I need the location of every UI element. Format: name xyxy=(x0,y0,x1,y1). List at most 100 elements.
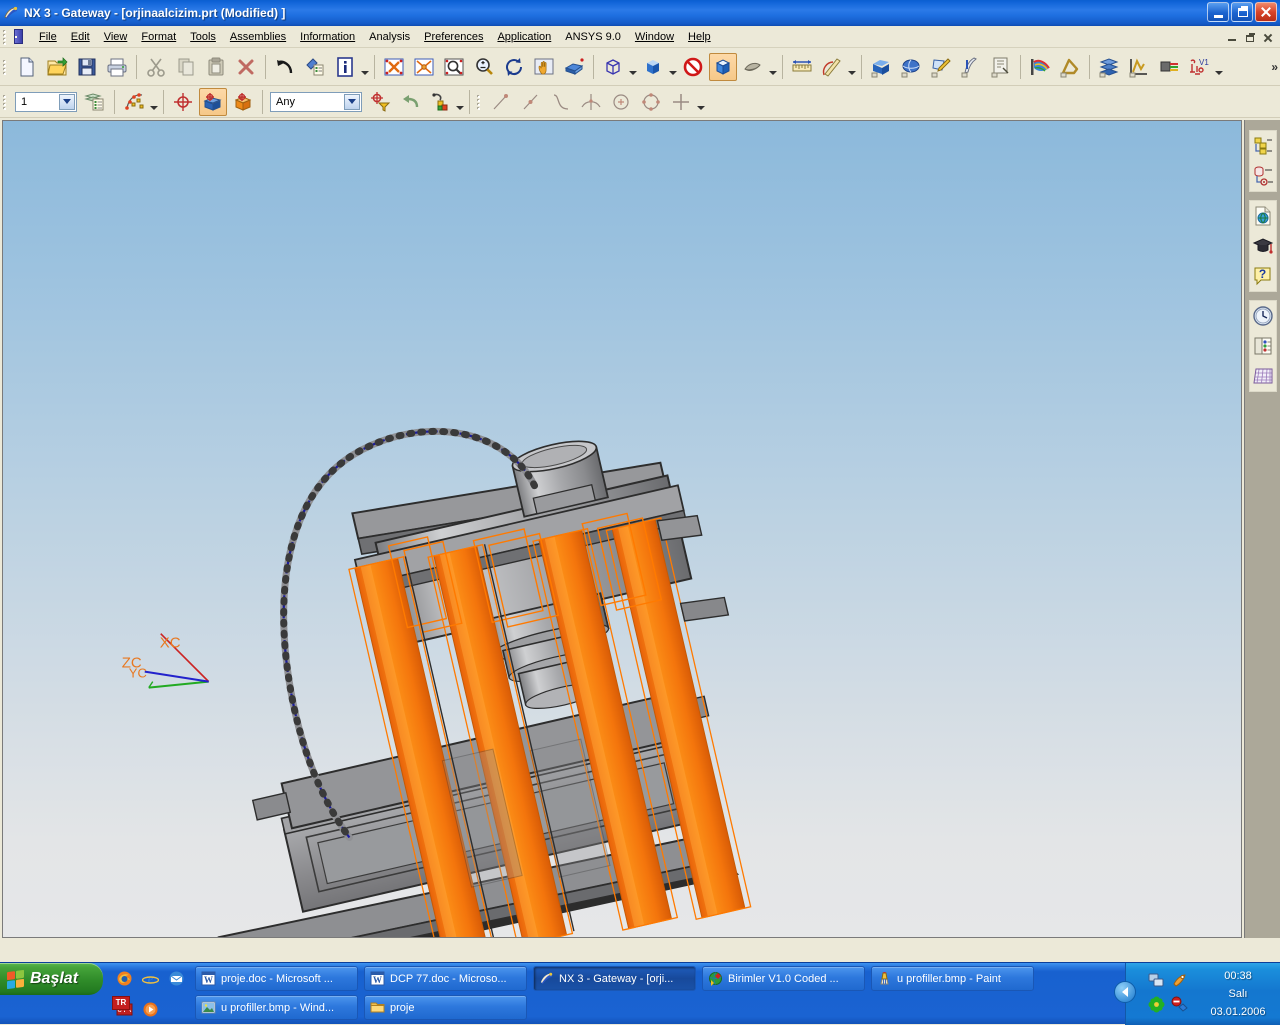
type-filter-combo[interactable]: Any xyxy=(270,91,362,112)
orient-view-button[interactable] xyxy=(599,53,627,81)
history-clock-icon[interactable] xyxy=(1250,301,1276,331)
toolbar-grip-2[interactable] xyxy=(2,93,9,110)
menubar-grip[interactable] xyxy=(2,28,9,45)
measure-distance-button[interactable] xyxy=(788,53,816,81)
task-button-picture-viewer[interactable]: u profiller.bmp - Wind... xyxy=(195,995,358,1020)
graph-button[interactable] xyxy=(1125,53,1153,81)
rotate-button[interactable] xyxy=(500,53,528,81)
menu-format[interactable]: Format xyxy=(134,28,183,46)
model-canvas[interactable]: XC ZC YC xyxy=(3,121,1241,937)
perspective-button[interactable] xyxy=(560,53,588,81)
face-select-button[interactable] xyxy=(199,87,227,116)
menu-edit[interactable]: Edit xyxy=(64,28,97,46)
open-file-button[interactable] xyxy=(43,53,71,81)
wiring-button[interactable] xyxy=(1155,53,1183,81)
task-button-proje-doc[interactable]: W proje.doc - Microsoft ... xyxy=(195,966,358,991)
snap-arc-center-button[interactable] xyxy=(607,88,635,116)
toolbar-overflow-button[interactable]: » xyxy=(1271,60,1278,74)
extrude-button[interactable] xyxy=(867,53,895,81)
safely-remove-icon[interactable] xyxy=(1171,972,1188,989)
menu-assemblies[interactable]: Assemblies xyxy=(223,28,293,46)
language-indicator[interactable]: TR xyxy=(112,996,130,1010)
task-button-birimler[interactable]: Birimler V1.0 Coded ... xyxy=(702,966,865,991)
snap-existing-point-button[interactable] xyxy=(667,88,695,116)
start-button[interactable]: Başlat xyxy=(0,963,103,995)
curve-rule-button[interactable] xyxy=(120,88,148,116)
snap-control-point-button[interactable] xyxy=(547,88,575,116)
snap-midpoint-button[interactable] xyxy=(517,88,545,116)
chevron-down-icon[interactable] xyxy=(768,54,778,80)
outlook-express-icon[interactable] xyxy=(168,970,185,987)
menu-application[interactable]: Application xyxy=(490,28,558,46)
chevron-down-icon[interactable] xyxy=(628,54,638,80)
palette-book-icon[interactable] xyxy=(1250,331,1276,361)
mold-wizard-button[interactable] xyxy=(1095,53,1123,81)
selection-tools-button[interactable] xyxy=(426,88,454,116)
media-player-icon[interactable] xyxy=(142,1001,159,1018)
internet-explorer-icon[interactable]: e xyxy=(141,970,160,987)
object-display-button[interactable] xyxy=(301,53,329,81)
network-connection-icon[interactable] xyxy=(1148,972,1165,989)
toolbar-grip-3[interactable] xyxy=(476,93,483,110)
menu-ansys[interactable]: ANSYS 9.0 xyxy=(558,28,628,46)
tray-expand-button[interactable] xyxy=(1114,981,1136,1003)
menu-information[interactable]: Information xyxy=(293,28,362,46)
task-button-proje-folder[interactable]: proje xyxy=(364,995,527,1020)
no-section-button[interactable] xyxy=(679,53,707,81)
measure-angle-button[interactable] xyxy=(818,53,846,81)
shade-mode-button[interactable] xyxy=(709,52,737,81)
menu-preferences[interactable]: Preferences xyxy=(417,28,490,46)
cut-button[interactable] xyxy=(142,53,170,81)
paste-button[interactable] xyxy=(202,53,230,81)
drafting-button[interactable] xyxy=(987,53,1015,81)
flow-analysis-button[interactable] xyxy=(1026,53,1054,81)
chevron-down-icon[interactable] xyxy=(360,54,370,80)
menu-tools[interactable]: Tools xyxy=(183,28,223,46)
zoom-in-out-button[interactable] xyxy=(470,53,498,81)
graphics-viewport[interactable]: XC ZC YC xyxy=(2,120,1242,938)
undo-button[interactable] xyxy=(271,53,299,81)
window-titlebar[interactable]: NX 3 - Gateway - [orjinaalcizim.prt (Mod… xyxy=(0,0,1280,26)
work-layer-combo[interactable]: 1 xyxy=(15,91,77,112)
snap-filter-button[interactable] xyxy=(366,88,394,116)
close-button[interactable] xyxy=(1255,2,1277,22)
menu-file[interactable]: File xyxy=(32,28,64,46)
zoom-window-button[interactable] xyxy=(440,53,468,81)
layer-settings-button[interactable] xyxy=(81,88,109,116)
back-arrow-button[interactable] xyxy=(396,88,424,116)
assembly-navigator-icon[interactable] xyxy=(1250,131,1276,161)
snap-point-button[interactable] xyxy=(169,88,197,116)
menu-analysis[interactable]: Analysis xyxy=(362,28,417,46)
shaded-view-button[interactable] xyxy=(639,53,667,81)
task-button-dcp77-doc[interactable]: W DCP 77.doc - Microso... xyxy=(364,966,527,991)
tray-clock[interactable]: 00:38 Salı 03.01.2006 xyxy=(1202,967,1274,1021)
layer-visible-button[interactable] xyxy=(739,53,767,81)
chevron-down-icon[interactable] xyxy=(455,89,465,115)
feature-button[interactable] xyxy=(957,53,985,81)
mdi-restore-button[interactable] xyxy=(1241,29,1258,45)
spreadsheet-grid-icon[interactable] xyxy=(1250,361,1276,391)
web-browser-icon[interactable] xyxy=(1250,201,1276,231)
sketch-button[interactable] xyxy=(927,53,955,81)
pan-button[interactable] xyxy=(530,53,558,81)
delete-button[interactable] xyxy=(232,53,260,81)
snap-quadrant-button[interactable] xyxy=(637,88,665,116)
task-button-paint[interactable]: u profiller.bmp - Paint xyxy=(871,966,1034,991)
print-button[interactable] xyxy=(103,53,131,81)
minimize-button[interactable] xyxy=(1207,2,1229,22)
firefox-icon[interactable] xyxy=(116,970,133,987)
copy-button[interactable] xyxy=(172,53,200,81)
part-navigator-icon[interactable] xyxy=(1250,161,1276,191)
mdi-minimize-button[interactable] xyxy=(1223,29,1240,45)
learning-cap-icon[interactable] xyxy=(1250,231,1276,261)
maximize-button[interactable] xyxy=(1231,2,1253,22)
menu-help[interactable]: Help xyxy=(681,28,718,46)
task-button-nx3[interactable]: NX 3 - Gateway - [orji... xyxy=(533,966,696,991)
information-button[interactable] xyxy=(331,53,359,81)
chevron-down-icon[interactable] xyxy=(847,54,857,80)
chevron-down-icon[interactable] xyxy=(149,89,159,115)
snap-endpoint-button[interactable] xyxy=(487,88,515,116)
help-question-icon[interactable]: ? xyxy=(1250,261,1276,291)
fit-view-button[interactable] xyxy=(380,53,408,81)
mdi-close-button[interactable] xyxy=(1259,29,1276,45)
